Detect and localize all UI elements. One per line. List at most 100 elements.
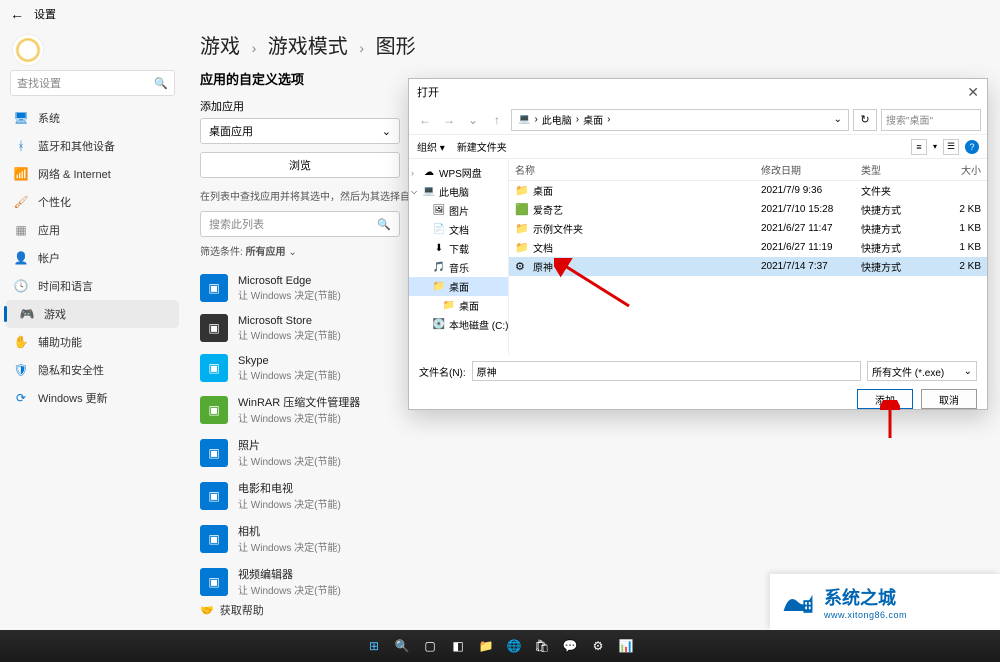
col-size[interactable]: 大小: [931, 162, 981, 177]
file-row[interactable]: 📁示例文件夹2021/6/27 11:47快捷方式1 KB: [509, 219, 987, 238]
tree-label: 桌面: [449, 279, 469, 294]
widgets-icon[interactable]: ◧: [447, 635, 469, 657]
sidebar-item[interactable]: 📶网络 & Internet: [0, 160, 185, 188]
file-type: 快捷方式: [861, 240, 931, 255]
view-details-icon[interactable]: ☰: [943, 139, 959, 155]
file-row[interactable]: 📁桌面2021/7/9 9:36文件夹: [509, 181, 987, 200]
nav-forward-icon[interactable]: →: [439, 113, 459, 127]
chevron-right-icon: ›: [359, 40, 364, 56]
search-list-input[interactable]: 搜索此列表 🔍: [200, 211, 400, 237]
app-icon: ▣: [200, 439, 228, 467]
path-bar[interactable]: 💻 › 此电脑 › 桌面 › ⌄: [511, 109, 849, 131]
col-date[interactable]: 修改日期: [761, 162, 861, 177]
col-type[interactable]: 类型: [861, 162, 931, 177]
sidebar-item[interactable]: 🎮游戏: [6, 300, 179, 328]
taskview-icon[interactable]: ▢: [419, 635, 441, 657]
refresh-button[interactable]: ↻: [853, 109, 877, 131]
sidebar-item[interactable]: ᚼ蓝牙和其他设备: [0, 132, 185, 160]
tree-item[interactable]: 🎵音乐: [409, 258, 508, 277]
folder-icon: 📄: [433, 224, 445, 236]
app-name: 照片: [238, 437, 341, 453]
sidebar-item[interactable]: 👤帐户: [0, 244, 185, 272]
edge-icon[interactable]: 🌐: [503, 635, 525, 657]
store-icon[interactable]: 🛍: [531, 635, 553, 657]
nav-up-icon[interactable]: ↑: [487, 113, 507, 127]
nav-icon: ✋: [14, 335, 28, 349]
tree-item[interactable]: 📁桌面: [409, 296, 508, 315]
app-icon: ▣: [200, 354, 228, 382]
file-name: 桌面: [533, 183, 761, 198]
app-sub: 让 Windows 决定(节能): [238, 539, 341, 554]
chevron-down-icon[interactable]: ▾: [933, 142, 937, 151]
search-input[interactable]: 查找设置 🔍: [10, 70, 175, 96]
tree-item[interactable]: 🖼图片: [409, 201, 508, 220]
file-icon: 📁: [515, 184, 529, 197]
titlebar: ← 设置: [0, 0, 1000, 28]
back-icon[interactable]: ←: [10, 6, 24, 22]
close-icon[interactable]: ✕: [967, 84, 979, 101]
sidebar: 查找设置 🔍 🖥系统ᚼ蓝牙和其他设备📶网络 & Internet🖌个性化▦应用👤…: [0, 70, 185, 412]
chevron-down-icon[interactable]: ⌄: [463, 113, 483, 127]
sidebar-item[interactable]: 🛡隐私和安全性: [0, 356, 185, 384]
sidebar-item[interactable]: 🖌个性化: [0, 188, 185, 216]
app-icon: ▣: [200, 314, 228, 342]
col-name[interactable]: 名称: [515, 162, 761, 177]
tree-item[interactable]: ⬇下载: [409, 239, 508, 258]
sidebar-item[interactable]: 🖥系统: [0, 104, 185, 132]
sidebar-item[interactable]: ✋辅助功能: [0, 328, 185, 356]
app-sub: 让 Windows 决定(节能): [238, 410, 360, 425]
app-icon[interactable]: 💬: [559, 635, 581, 657]
dialog-titlebar: 打开 ✕: [409, 79, 987, 105]
filename-input[interactable]: [472, 361, 861, 381]
sidebar-item[interactable]: ▦应用: [0, 216, 185, 244]
file-row[interactable]: ⚙原神2021/7/14 7:37快捷方式2 KB: [509, 257, 987, 276]
list-header[interactable]: 名称 修改日期 类型 大小: [509, 159, 987, 181]
organize-menu[interactable]: 组织 ▾: [417, 139, 445, 154]
path-pc[interactable]: 此电脑: [542, 112, 572, 127]
tree-item[interactable]: ☁WPS网盘: [409, 163, 508, 182]
add-button[interactable]: 添加: [857, 389, 913, 409]
tree-item[interactable]: 📁 桌面: [409, 277, 508, 296]
tree-item[interactable]: 💻此电脑: [409, 182, 508, 201]
tree-item[interactable]: 💽本地磁盘 (C:): [409, 315, 508, 334]
dialog-search-input[interactable]: 搜索"桌面": [881, 109, 981, 131]
help-link[interactable]: 🤝 获取帮助: [200, 602, 264, 618]
nav-label: Windows 更新: [38, 390, 108, 406]
folder-tree[interactable]: ☁WPS网盘💻此电脑🖼图片📄文档⬇下载🎵音乐📁桌面📁桌面💽本地磁盘 (C:): [409, 159, 509, 355]
nav-label: 隐私和安全性: [38, 362, 104, 378]
app-list-item[interactable]: ▣电影和电视让 Windows 决定(节能): [200, 474, 984, 517]
app-name: 视频编辑器: [238, 566, 341, 582]
app-list-item[interactable]: ▣照片让 Windows 决定(节能): [200, 431, 984, 474]
start-icon[interactable]: ⊞: [363, 635, 385, 657]
settings-icon[interactable]: ⚙: [587, 635, 609, 657]
sidebar-item[interactable]: ⟳Windows 更新: [0, 384, 185, 412]
nav-label: 游戏: [44, 306, 66, 322]
file-row[interactable]: 📁文档2021/6/27 11:19快捷方式1 KB: [509, 238, 987, 257]
avatar[interactable]: [12, 34, 44, 66]
app-type-dropdown[interactable]: 桌面应用 ⌄: [200, 118, 400, 144]
nav-label: 时间和语言: [38, 278, 93, 294]
chevron-down-icon[interactable]: ⌄: [834, 114, 842, 125]
file-row[interactable]: 🟩爱奇艺2021/7/10 15:28快捷方式2 KB: [509, 200, 987, 219]
taskbar[interactable]: ⊞ 🔍 ▢ ◧ 📁 🌐 🛍 💬 ⚙ 📊: [0, 630, 1000, 662]
view-list-icon[interactable]: ≡: [911, 139, 927, 155]
path-loc[interactable]: 桌面: [583, 112, 603, 127]
tree-item[interactable]: 📄文档: [409, 220, 508, 239]
nav-icon: 📶: [14, 167, 28, 181]
cancel-button[interactable]: 取消: [921, 389, 977, 409]
breadcrumb-b[interactable]: 游戏模式: [268, 36, 348, 58]
nav-back-icon[interactable]: ←: [415, 113, 435, 127]
new-folder-button[interactable]: 新建文件夹: [457, 139, 507, 154]
app-icon[interactable]: 📊: [615, 635, 637, 657]
search-icon[interactable]: 🔍: [391, 635, 413, 657]
file-type-filter[interactable]: 所有文件 (*.exe) ⌄: [867, 361, 977, 381]
app-list-item[interactable]: ▣相机让 Windows 决定(节能): [200, 517, 984, 560]
nav-icon: 🖌: [14, 195, 28, 209]
sidebar-item[interactable]: 🕓时间和语言: [0, 272, 185, 300]
browse-button[interactable]: 浏览: [200, 152, 400, 178]
breadcrumb-a[interactable]: 游戏: [200, 36, 240, 58]
folder-icon: 📁: [433, 281, 445, 293]
info-icon[interactable]: ?: [965, 140, 979, 154]
explorer-icon[interactable]: 📁: [475, 635, 497, 657]
chevron-down-icon: ⌄: [964, 366, 972, 377]
